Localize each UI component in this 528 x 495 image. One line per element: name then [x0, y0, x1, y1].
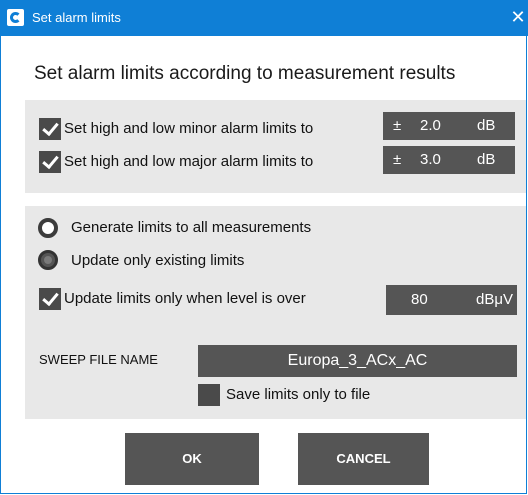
save-to-file-checkbox[interactable]: [198, 384, 220, 406]
level-threshold-field[interactable]: 80 dBμV: [386, 285, 517, 315]
major-limit-unit: dB: [477, 151, 496, 168]
minor-limit-sign: ±: [393, 117, 402, 134]
radio-generate-all-label: Generate limits to all measurements: [71, 219, 312, 236]
level-threshold-value: 80: [411, 291, 428, 308]
sweep-file-name-field[interactable]: Europa_3_ACx_AC: [198, 345, 517, 377]
ok-button[interactable]: OK: [125, 433, 259, 485]
close-icon[interactable]: ✕: [508, 6, 528, 28]
dialog-window: Set alarm limits ✕ Set alarm limits acco…: [0, 0, 528, 494]
title-bar: Set alarm limits ✕: [1, 0, 528, 36]
minor-limit-field[interactable]: ± 2.0 dB: [383, 112, 515, 140]
minor-limit-value: 2.0: [420, 117, 441, 134]
level-threshold-unit: dBμV: [476, 291, 513, 308]
level-threshold-checkbox[interactable]: [39, 288, 61, 310]
minor-limits-checkbox[interactable]: [39, 118, 61, 140]
major-limits-label: Set high and low major alarm limits to: [64, 153, 314, 170]
radio-update-existing[interactable]: [38, 250, 58, 270]
minor-limits-label: Set high and low minor alarm limits to: [64, 120, 314, 137]
major-limit-field[interactable]: ± 3.0 dB: [383, 146, 515, 174]
major-limit-value: 3.0: [420, 151, 441, 168]
cancel-button[interactable]: CANCEL: [298, 433, 429, 485]
app-logo-icon: [7, 9, 24, 26]
major-limits-checkbox[interactable]: [39, 151, 61, 173]
level-threshold-label: Update limits only when level is over: [64, 290, 306, 307]
dialog-heading: Set alarm limits according to measuremen…: [34, 63, 456, 84]
radio-generate-all[interactable]: [38, 218, 58, 238]
radio-update-existing-label: Update only existing limits: [71, 252, 245, 269]
sweep-file-label: SWEEP FILE NAME: [39, 352, 158, 367]
save-to-file-label: Save limits only to file: [226, 386, 371, 403]
minor-limit-unit: dB: [477, 117, 496, 134]
major-limit-sign: ±: [393, 151, 402, 168]
window-title: Set alarm limits: [32, 10, 121, 25]
